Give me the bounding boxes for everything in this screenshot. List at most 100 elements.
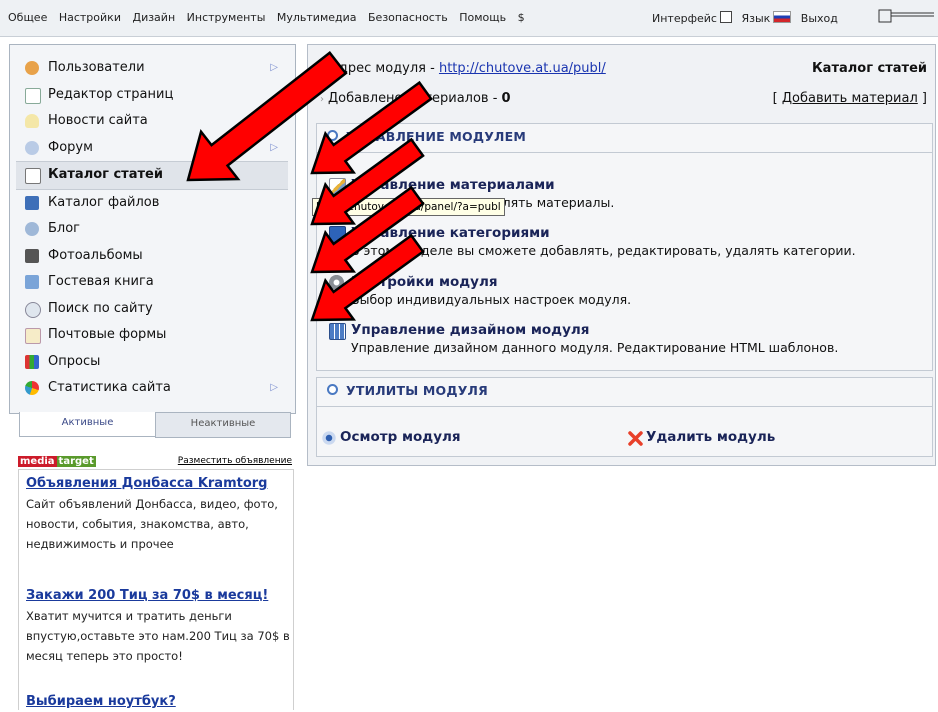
sidebar-item-guestbook[interactable]: Гостевая книга	[16, 269, 288, 296]
sidebar-item-label: Форум	[48, 139, 93, 155]
ad-title-link[interactable]: Выбираем ноутбук?	[26, 692, 292, 712]
interface-box-icon[interactable]	[719, 11, 732, 23]
design-desc: Управление дизайном данного модуля. Реда…	[351, 340, 839, 355]
flag-icon[interactable]	[773, 11, 792, 23]
menu-security[interactable]: Безопасность	[368, 11, 448, 24]
sidebar-item-files[interactable]: Каталог файлов	[16, 190, 288, 217]
module-address: Адрес модуля - http://chutove.at.ua/publ…	[330, 61, 606, 76]
categories-icon	[329, 226, 346, 243]
sidebar-item-label: Статистика сайта	[48, 380, 171, 395]
menu-tools[interactable]: Инструменты	[187, 11, 266, 24]
manage-materials-title: Управление материалами	[351, 177, 555, 193]
place-ad-link[interactable]: Разместить объявление	[178, 456, 292, 466]
section-bullet-icon	[327, 384, 338, 395]
sidebar-item-label: Поиск по сайту	[48, 300, 153, 316]
manage-categories-title: Управление категориями	[351, 225, 550, 241]
utilities-section: УТИЛИТЫ МОДУЛЯ	[316, 377, 933, 457]
management-title-text: УПРАВЛЕНИЕ МОДУЛЕМ	[346, 129, 526, 144]
sidebar-item-mail[interactable]: Почтовые формы	[16, 322, 288, 349]
delete-module-label: Удалить модуль	[646, 429, 776, 445]
menu-settings[interactable]: Настройки	[59, 11, 121, 24]
camera-icon	[25, 248, 39, 263]
sidebar-item-label: Опросы	[48, 353, 101, 369]
edit-materials-icon	[329, 178, 346, 195]
sidebar-item-page-editor[interactable]: Редактор страниц	[16, 82, 288, 109]
delete-module-link[interactable]: Удалить модуль	[628, 429, 776, 446]
menu-multimedia[interactable]: Мультимедиа	[277, 11, 357, 24]
gear-icon	[329, 275, 344, 290]
menu-design[interactable]: Дизайн	[132, 11, 175, 24]
design-title: Управление дизайном модуля	[351, 322, 590, 338]
news-icon	[25, 114, 39, 128]
tab-active[interactable]: Активные	[19, 412, 156, 437]
ad-block: Объявления Донбасса Kramtorg Сайт объявл…	[18, 469, 294, 710]
manage-categories-desc: В этом разделе вы сможете добавлять, ред…	[351, 243, 856, 258]
manage-categories-item: Управление категориями В этом разделе вы…	[329, 224, 919, 259]
sidebar-item-search[interactable]: Поиск по сайту	[16, 296, 288, 323]
sidebar-item-label: Пользователи	[48, 60, 145, 75]
sidebar-item-label: Редактор страниц	[48, 86, 174, 102]
language-label[interactable]: Язык	[741, 12, 770, 25]
module-settings-item: Настройки модуля Выбор индивидуальных на…	[329, 273, 919, 308]
management-title: УПРАВЛЕНИЕ МОДУЛЕМ	[327, 124, 526, 150]
sidebar-item-blog[interactable]: Блог	[16, 216, 288, 243]
top-menu-bar: Общее Настройки Дизайн Инструменты Мульт…	[0, 0, 938, 37]
add-material: [ Добавить материал ]	[773, 91, 927, 106]
ad-header: media target Разместить объявление	[18, 455, 292, 469]
management-section: УПРАВЛЕНИЕ МОДУЛЕМ Управление материалам…	[316, 123, 933, 371]
sidebar-item-forum[interactable]: Форум ▷	[16, 135, 288, 162]
sidebar-item-polls[interactable]: Опросы	[16, 349, 288, 376]
sidebar-item-label: Фотоальбомы	[48, 247, 143, 263]
guestbook-icon	[25, 275, 39, 289]
interface-label[interactable]: Интерфейс	[652, 12, 717, 25]
divider	[317, 152, 932, 153]
logout-link[interactable]: Выход	[801, 12, 838, 25]
materials-count-value: 0	[501, 91, 511, 106]
manage-categories-link[interactable]: Управление категориями	[329, 224, 919, 243]
utilities-title: УТИЛИТЫ МОДУЛЯ	[327, 378, 488, 404]
bracket-close: ]	[917, 91, 927, 106]
menu-general[interactable]: Общее	[8, 11, 47, 24]
delete-icon	[628, 431, 643, 446]
ad-logo[interactable]: media target	[18, 455, 96, 468]
top-menu: Общее Настройки Дизайн Инструменты Мульт…	[8, 11, 533, 24]
bullet-icon: ›	[320, 94, 324, 105]
search-icon	[25, 301, 41, 318]
sidebar-item-users[interactable]: Пользователи ▷	[16, 55, 288, 82]
sidebar: Пользователи ▷ Редактор страниц Новости …	[9, 44, 296, 414]
sidebar-item-label: Каталог статей	[48, 167, 163, 182]
ad-item: Выбираем ноутбук?	[26, 692, 292, 712]
module-address-link[interactable]: http://chutove.at.ua/publ/	[439, 61, 606, 76]
blog-icon	[25, 222, 39, 236]
sidebar-tabs: Активные Неактивные	[19, 412, 292, 438]
ad-title-link[interactable]: Закажи 200 Тиц за 70$ в месяц!	[26, 586, 292, 606]
ad-text: Хватит мучится и тратить деньги впустую,…	[26, 609, 290, 663]
manage-materials-link[interactable]: Управление материалами	[329, 176, 919, 195]
page-editor-icon	[25, 87, 41, 104]
module-address-label: Адрес модуля -	[330, 61, 439, 76]
sidebar-item-stats[interactable]: Статистика сайта ▷	[16, 375, 288, 402]
sidebar-item-label: Каталог файлов	[48, 194, 160, 210]
toolbar-slider-icon[interactable]	[878, 9, 934, 23]
top-right-controls: Интерфейс Язык Выход	[652, 11, 838, 25]
polls-icon	[25, 354, 39, 369]
menu-dollar[interactable]: $	[518, 11, 525, 24]
sidebar-item-articles[interactable]: Каталог статей	[16, 161, 288, 190]
eye-icon	[322, 431, 336, 445]
sidebar-item-news[interactable]: Новости сайта	[16, 108, 288, 135]
module-settings-link[interactable]: Настройки модуля	[329, 273, 919, 291]
ad-item: Закажи 200 Тиц за 70$ в месяц! Хватит му…	[26, 586, 292, 666]
design-link[interactable]: Управление дизайном модуля	[329, 321, 919, 340]
materials-count-label: Добавлено материалов -	[328, 91, 502, 106]
articles-icon	[25, 168, 41, 184]
view-module-link[interactable]: Осмотр модуля	[322, 429, 461, 445]
tab-inactive[interactable]: Неактивные	[155, 412, 291, 438]
ad-title-link[interactable]: Объявления Донбасса Kramtorg	[26, 474, 292, 494]
module-settings-desc: Выбор индивидуальных настроек модуля.	[351, 292, 632, 307]
menu-help[interactable]: Помощь	[459, 11, 506, 24]
add-material-link[interactable]: Добавить материал	[782, 91, 918, 106]
sidebar-item-photo[interactable]: Фотоальбомы	[16, 243, 288, 270]
sidebar-menu: Пользователи ▷ Редактор страниц Новости …	[16, 55, 288, 402]
design-icon	[329, 323, 346, 340]
utilities-title-text: УТИЛИТЫ МОДУЛЯ	[346, 383, 488, 398]
